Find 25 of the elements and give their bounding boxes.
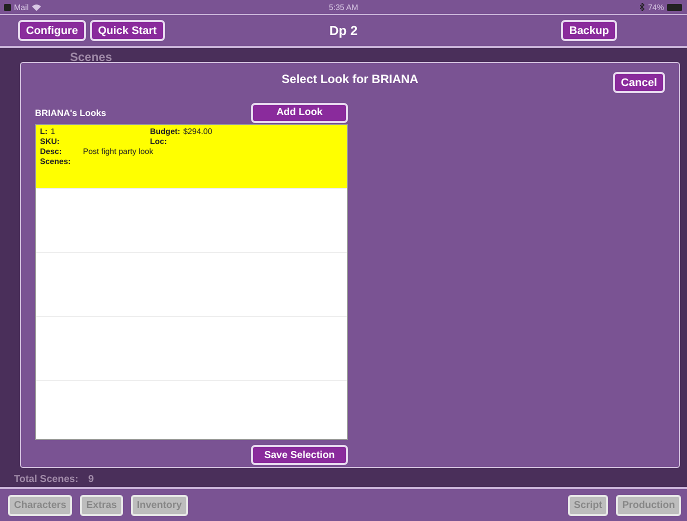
bluetooth-icon [640,3,645,11]
look-row[interactable]: L: 1 Budget: $294.00 SKU: Loc: Desc: Post fight party look Scenes: [36,125,347,188]
dialog-title: Select Look for BRIANA [282,72,418,86]
nav-title: Dp 2 [329,23,358,38]
battery-percent: 74% [648,2,664,12]
backup-button[interactable]: Backup [561,20,617,41]
nav-button[interactable]: Quick Start [90,20,165,41]
battery-icon [666,4,683,10]
look-field: Desc: Post fight party look [40,147,343,156]
look-field: L: 1 [40,127,150,136]
wifi-icon [32,4,41,10]
scenes-header: Scenes [70,50,114,64]
status-time: 5:35 AM [328,2,358,12]
look-field: Scenes: [40,157,343,166]
total-scenes-label: Total Scenes: [14,474,78,485]
cancel-button[interactable]: Cancel [612,72,665,93]
add-look-button[interactable]: Add Look [251,102,348,122]
carrier-text: Mail [14,2,29,12]
look-field: SKU: [40,137,150,146]
list-title: BRIANA's Looks [35,108,106,118]
nav-button[interactable]: Configure [18,20,86,41]
look-field: Loc: [150,137,343,146]
save-selection-button[interactable]: Save Selection [251,445,348,465]
total-scenes-value: 9 [88,474,94,485]
look-field: Budget: $294.00 [150,127,343,136]
